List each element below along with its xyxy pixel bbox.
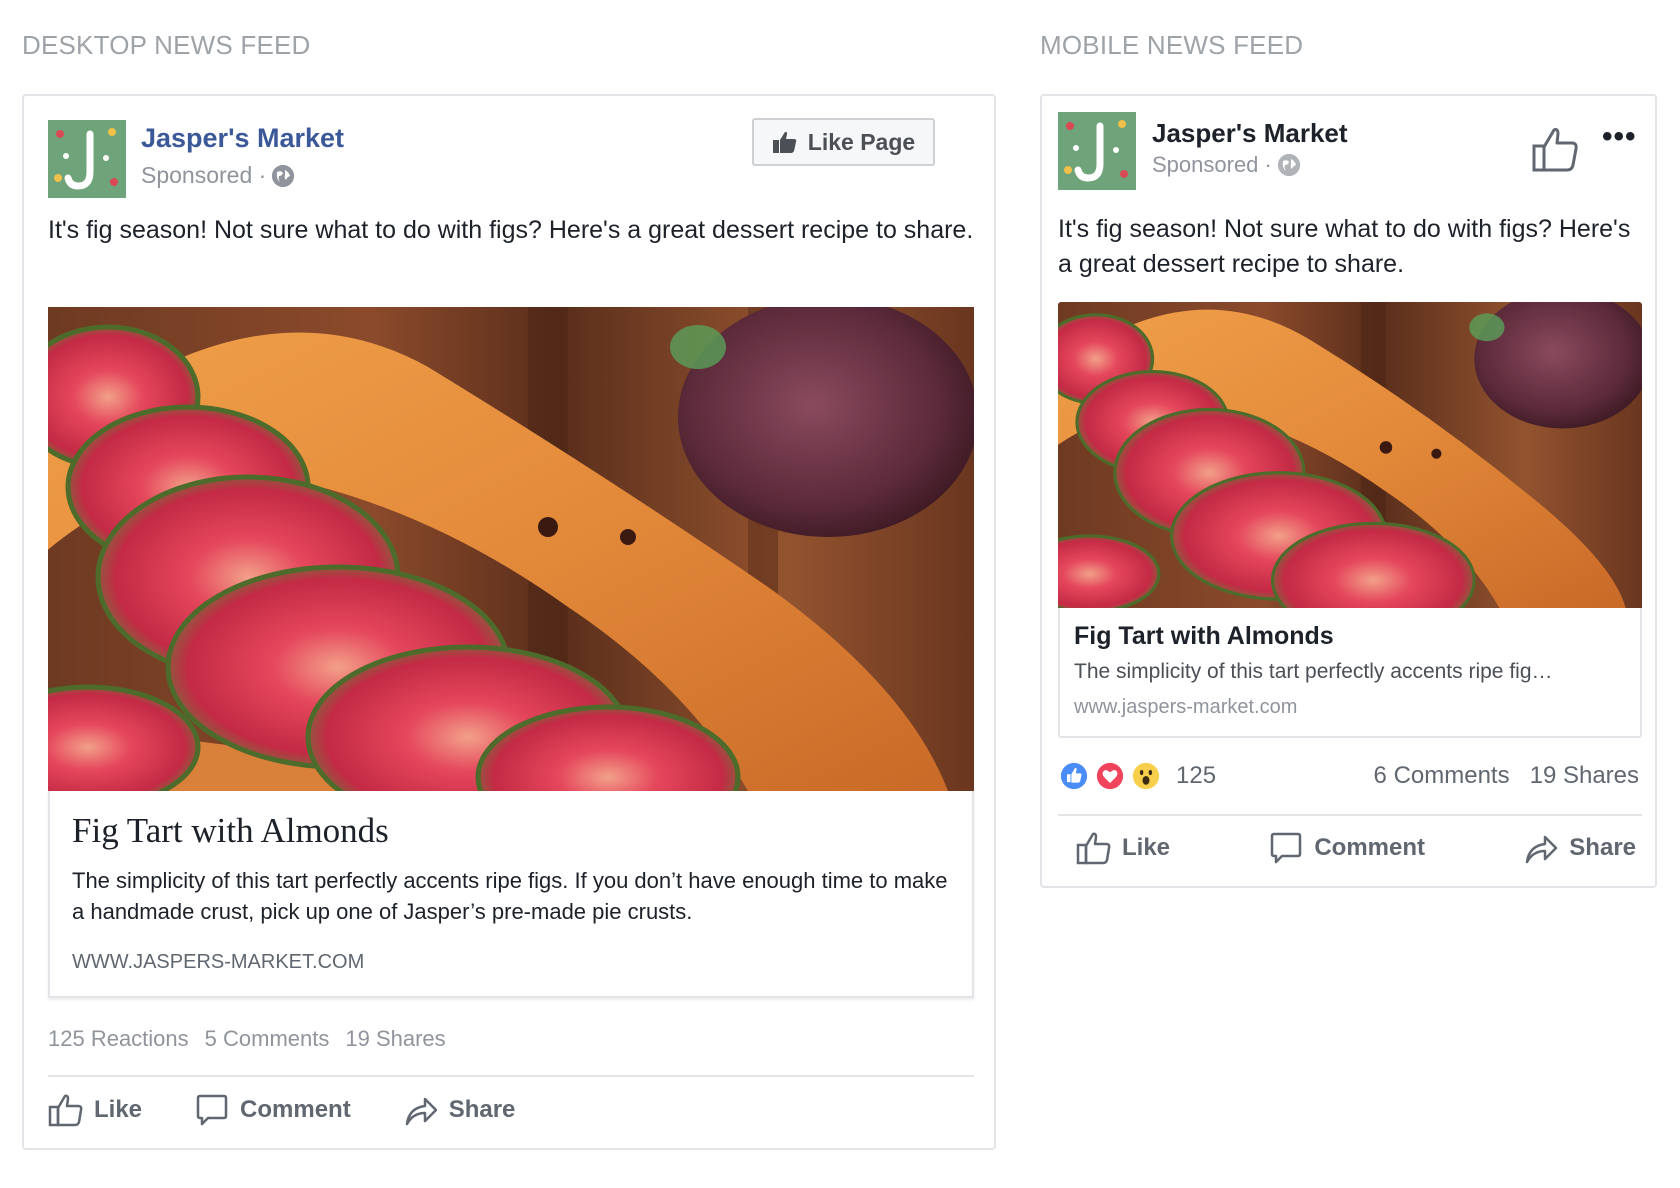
like-button[interactable]: Like [1076,830,1170,866]
share-label: Share [1569,834,1636,861]
like-page-button[interactable]: Like Page [752,118,935,166]
link-title[interactable]: Fig Tart with Almonds [72,811,389,851]
reactions-summary[interactable]: 125 [1058,760,1216,792]
reaction-count: 125 [1176,762,1217,789]
share-label: Share [448,1096,516,1123]
like-page-label: Like Page [807,128,916,155]
desktop-ad-card: Jasper's Market Sponsored · Like Page It… [22,94,996,1150]
divider [1058,814,1642,816]
thumbs-up-outline-icon [48,1094,83,1127]
comment-icon [1271,832,1302,864]
link-url[interactable]: WWW.JASPERS-MARKET.COM [72,951,364,974]
comment-button[interactable]: Comment [194,1092,351,1128]
comment-label: Comment [240,1096,351,1123]
page-name-link[interactable]: Jasper's Market [141,123,344,154]
love-reaction-icon [1094,760,1126,792]
page-avatar[interactable] [1058,112,1136,190]
comment-button[interactable]: Comment [1268,830,1425,866]
link-description: The simplicity of this tart perfectly ac… [72,868,948,924]
like-button[interactable]: Like [48,1092,142,1128]
post-text: It's fig season! Not sure what to do wit… [48,216,974,244]
link-preview[interactable]: Fig Tart with Almonds The simplicity of … [1058,608,1642,738]
share-icon [405,1097,437,1126]
comments-count[interactable]: 6 Comments [1374,762,1510,790]
link-description: The simplicity of this tart perfectly ac… [1074,660,1553,683]
comment-icon [196,1094,228,1126]
mobile-ad-card: Jasper's Market Sponsored · ••• It's fig… [1040,94,1657,888]
engagement-stats: 6 Comments 19 Shares [1374,762,1639,790]
action-bar: Like Comment Share [48,1092,515,1128]
share-button[interactable]: Share [403,1092,516,1128]
share-button[interactable]: Share [1523,830,1636,866]
post-text: It's fig season! Not sure what to do wit… [1058,215,1631,278]
fig-tart-image[interactable] [1058,302,1642,608]
like-label: Like [1122,834,1171,861]
like-page-button[interactable] [1530,124,1580,174]
comments-count[interactable]: 5 Comments [205,1026,330,1052]
link-title[interactable]: Fig Tart with Almonds [1074,622,1334,651]
reactions-count[interactable]: 125 Reactions [48,1026,189,1052]
comment-label: Comment [1314,834,1425,861]
fig-tart-image[interactable] [48,307,974,791]
wow-reaction-icon [1130,760,1162,792]
share-icon [1526,835,1558,864]
sponsored-label: Sponsored · [1152,152,1272,177]
globe-icon [272,164,295,187]
sponsored-meta: Sponsored · [141,162,295,189]
like-reaction-icon [1058,760,1090,792]
thumbs-up-outline-icon [1076,832,1111,865]
sponsored-meta: Sponsored · [1152,152,1300,178]
link-preview[interactable]: Fig Tart with Almonds The simplicity of … [48,791,974,998]
more-options-button[interactable]: ••• [1602,120,1637,154]
desktop-section-label: DESKTOP NEWS FEED [22,30,311,60]
page-name-link[interactable]: Jasper's Market [1152,118,1348,149]
shares-count[interactable]: 19 Shares [345,1026,445,1052]
jasper-logo-icon [1058,112,1136,190]
page-avatar[interactable] [48,120,126,198]
globe-icon [1277,154,1300,176]
link-url[interactable]: www.jaspers-market.com [1074,696,1297,719]
thumbs-up-icon [772,131,797,153]
sponsored-label: Sponsored · [141,162,267,188]
jasper-logo-icon [48,120,126,198]
engagement-stats: 125 Reactions 5 Comments 19 Shares [48,1026,446,1052]
thumbs-up-outline-icon [1532,128,1578,172]
like-label: Like [94,1096,143,1123]
action-bar: Like Comment Share [1076,830,1636,866]
divider [48,1075,974,1077]
shares-count[interactable]: 19 Shares [1530,762,1639,790]
mobile-section-label: MOBILE NEWS FEED [1040,30,1304,60]
